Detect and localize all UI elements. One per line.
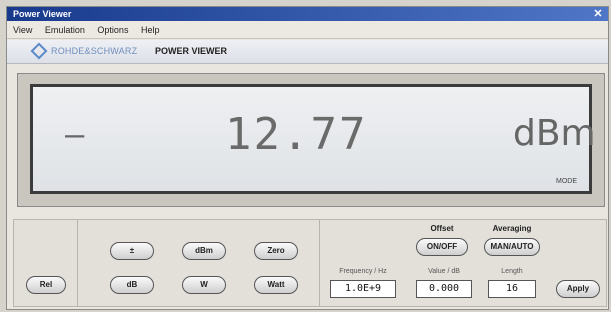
display-sign: – [65,115,85,153]
plus-minus-button[interactable]: ± [110,242,154,260]
offset-toggle-button[interactable]: ON/OFF [416,238,468,256]
length-field[interactable]: 16 [488,280,536,298]
menu-emulation[interactable]: Emulation [45,25,85,35]
unit-buttons-panel: ± dBm Zero dB W Watt [78,220,320,306]
window-title: Power Viewer [13,9,72,19]
brand-name: ROHDE&SCHWARZ [51,46,138,56]
averaging-title: Averaging [492,224,532,233]
zero-button[interactable]: Zero [254,242,298,260]
db-button[interactable]: dB [110,276,154,294]
averaging-toggle-button[interactable]: MAN/AUTO [484,238,540,256]
measurement-value: 12.77 [225,109,368,160]
menu-options[interactable]: Options [97,25,128,35]
length-label: Length [501,268,523,275]
menu-view[interactable]: View [13,25,32,35]
offset-value-label: Value / dB [428,268,460,275]
apply-button[interactable]: Apply [556,280,600,298]
display-mode: MODE [556,178,577,185]
close-icon[interactable]: ✕ [592,7,604,21]
display-frame: – 12.77 dBm MODE [17,73,605,207]
control-panel: Rel ± dBm Zero dB W Watt Offset ON/OFF A… [13,219,607,307]
menu-bar: View Emulation Options Help [7,21,608,39]
watt-unit-button[interactable]: W [182,276,226,294]
title-bar: Power Viewer ✕ [7,7,608,21]
settings-panel: Offset ON/OFF Averaging MAN/AUTO Frequen… [320,220,606,306]
frequency-label: Frequency / Hz [339,268,387,275]
dbm-button[interactable]: dBm [182,242,226,260]
offset-value-field[interactable]: 0.000 [416,280,472,298]
measurement-display: – 12.77 dBm MODE [30,84,596,194]
watt-button[interactable]: Watt [254,276,298,294]
brand-bar: ROHDE&SCHWARZ POWER VIEWER [7,40,608,64]
power-viewer-window: Power Viewer ✕ View Emulation Options He… [6,6,609,310]
app-name: POWER VIEWER [155,46,228,56]
measurement-unit: dBm [513,113,596,154]
rel-button[interactable]: Rel [26,276,66,294]
left-panel: Rel [14,220,78,306]
frequency-field[interactable]: 1.0E+9 [330,280,396,298]
menu-help[interactable]: Help [141,25,160,35]
offset-title: Offset [430,224,454,233]
diamond-logo-icon [30,42,48,60]
